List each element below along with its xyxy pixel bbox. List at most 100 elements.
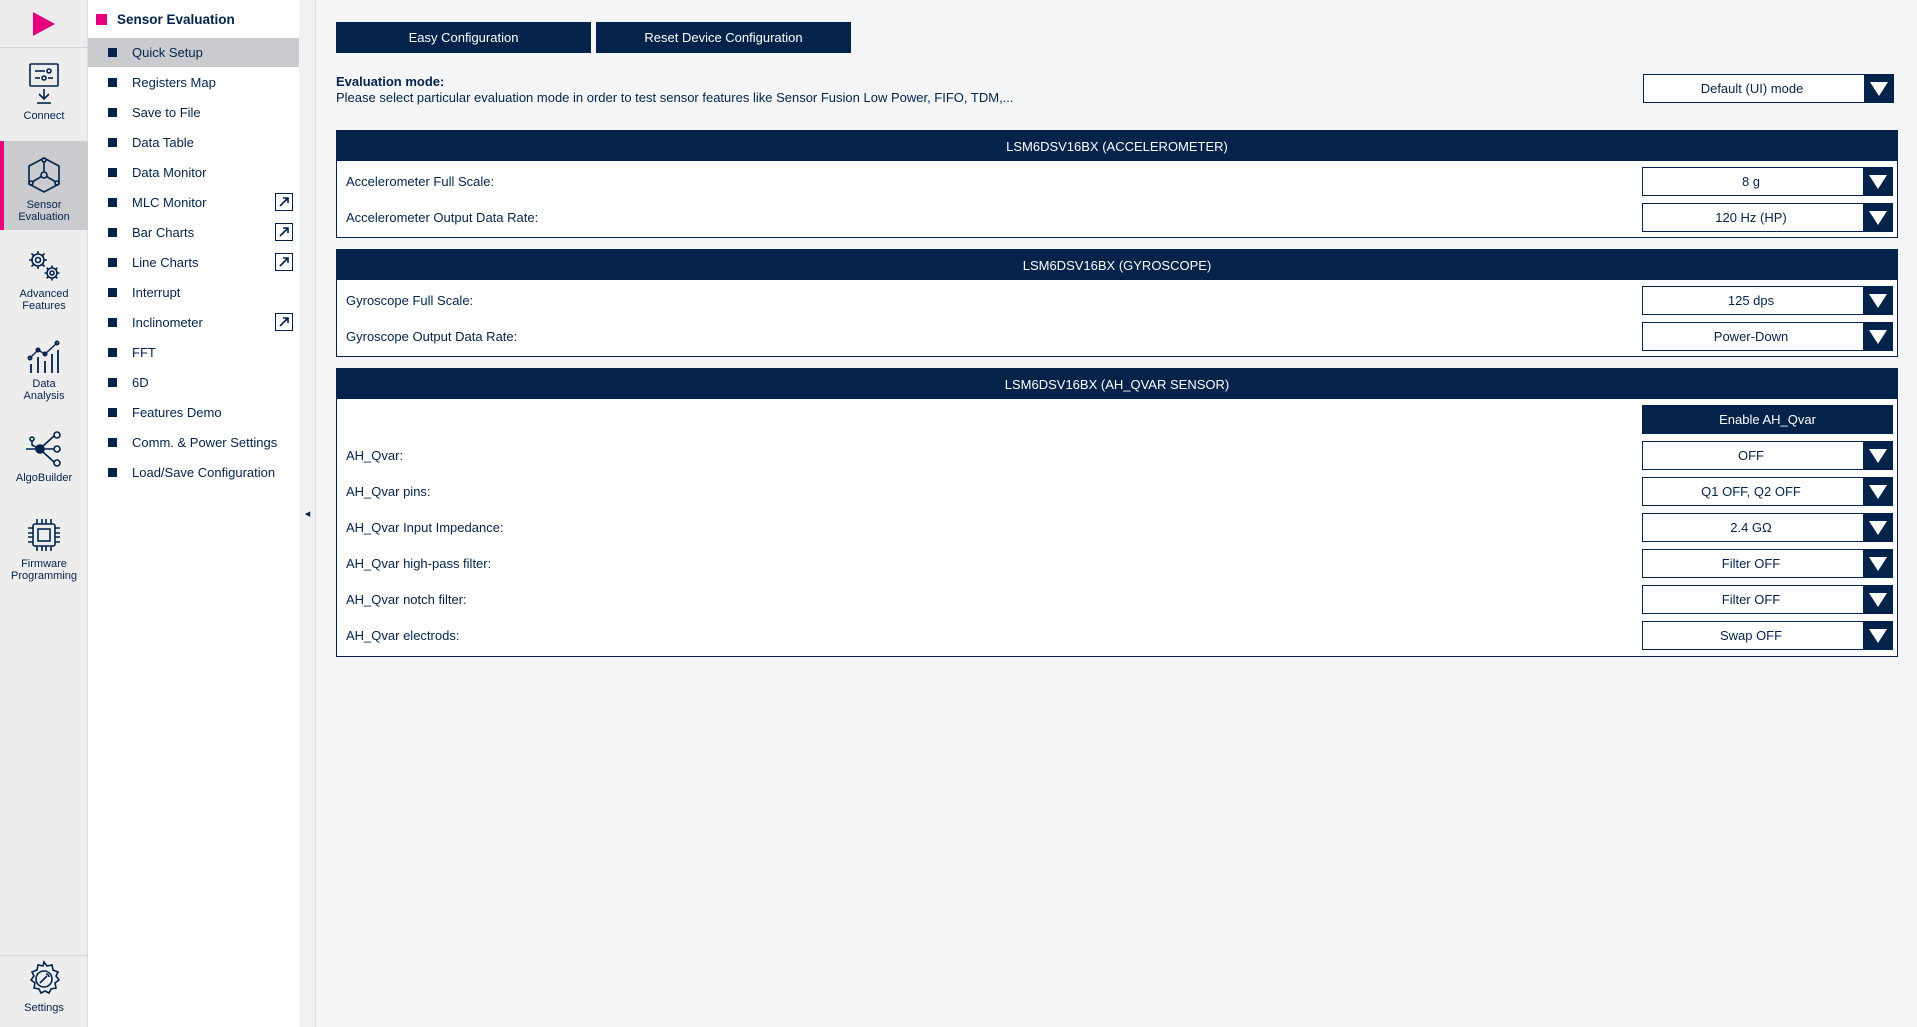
bullet-icon: [108, 78, 117, 87]
accelerometer-odr-select[interactable]: 120 Hz (HP): [1642, 203, 1893, 232]
ah-qvar-row: AH_Qvar: OFF: [337, 438, 1897, 474]
ah-qvar-panel: LSM6DSV16BX (AH_QVAR SENSOR) Enable AH_Q…: [336, 368, 1898, 657]
menu-item-label: Data Monitor: [132, 165, 207, 180]
gyroscope-odr-select[interactable]: Power-Down: [1642, 322, 1893, 351]
menu-item-data-monitor[interactable]: Data Monitor: [88, 158, 299, 187]
rail-label: Sensor Evaluation: [18, 199, 70, 223]
dropdown-arrow-icon: [1863, 586, 1892, 613]
menu-item-label: FFT: [132, 345, 156, 360]
setting-value: Swap OFF: [1719, 628, 1783, 643]
rail-item-connect[interactable]: Connect: [0, 62, 88, 142]
dropdown-arrow-icon: [1863, 442, 1892, 469]
menu-item-label: Bar Charts: [132, 225, 195, 240]
menu-item-label: Inclinometer: [132, 315, 203, 330]
menu-item-label: Quick Setup: [132, 45, 203, 60]
ah-qvar-notch-filter-select[interactable]: Filter OFF: [1642, 585, 1893, 614]
rail-label: Settings: [24, 1002, 64, 1014]
bullet-icon: [108, 468, 117, 477]
open-external-icon[interactable]: [275, 313, 293, 331]
enable-ah-qvar-button[interactable]: Enable AH_Qvar: [1642, 405, 1893, 434]
accelerometer-full-scale-select[interactable]: 8 g: [1642, 167, 1893, 196]
menu-item-fft[interactable]: FFT: [88, 338, 299, 367]
menu-item-quick-setup[interactable]: Quick Setup: [88, 38, 299, 67]
menu-item-label: Registers Map: [132, 75, 216, 90]
dropdown-arrow-icon: [1863, 550, 1892, 577]
gyroscope-odr-row: Gyroscope Output Data Rate: Power-Down: [337, 319, 1897, 355]
bullet-icon: [108, 288, 117, 297]
menu-item-features-demo[interactable]: Features Demo: [88, 398, 299, 427]
bullet-icon: [108, 108, 117, 117]
open-external-icon[interactable]: [275, 253, 293, 271]
accelerometer-full-scale-value: 8 g: [1741, 174, 1761, 189]
ah-qvar-high-pass-filter-row: AH_Qvar high-pass filter: Filter OFF: [337, 546, 1897, 582]
rail-item-advanced-features[interactable]: Advanced Features: [0, 248, 88, 318]
dropdown-arrow-icon: [1863, 168, 1892, 195]
menu-item-label: Line Charts: [132, 255, 199, 270]
evaluation-mode-description: Please select particular evaluation mode…: [336, 90, 1014, 105]
rail-item-sensor-evaluation[interactable]: Sensor Evaluation: [0, 141, 88, 230]
menu-item-bar-charts[interactable]: Bar Charts: [88, 218, 299, 247]
menu-item-interrupt[interactable]: Interrupt: [88, 278, 299, 307]
menu-item-inclinometer[interactable]: Inclinometer: [88, 308, 299, 337]
dropdown-arrow-icon: [1863, 622, 1892, 649]
gyroscope-full-scale-value: 125 dps: [1727, 293, 1775, 308]
run-button[interactable]: [0, 0, 88, 48]
ah-qvar-input-impedance-select[interactable]: 2.4 GΩ: [1642, 513, 1893, 542]
bullet-icon: [108, 228, 117, 237]
menu-item-label: Load/Save Configuration: [132, 465, 276, 480]
rail-label: Firmware Programming: [10, 558, 78, 582]
bullet-icon: [108, 408, 117, 417]
menu-item-registers-map[interactable]: Registers Map: [88, 68, 299, 97]
chip-icon: [28, 519, 60, 551]
setting-value: 2.4 GΩ: [1730, 520, 1772, 535]
menu-item-mlc-monitor[interactable]: MLC Monitor: [88, 188, 299, 217]
reset-device-configuration-button[interactable]: Reset Device Configuration: [596, 22, 851, 53]
accelerometer-full-scale-row: Accelerometer Full Scale: 8 g: [337, 164, 1897, 200]
menu-item-data-table[interactable]: Data Table: [88, 128, 299, 157]
setting-label: AH_Qvar Input Impedance:: [346, 520, 504, 535]
menu-item-comm-power-settings[interactable]: Comm. & Power Settings: [88, 428, 299, 457]
menu-item-label: Interrupt: [132, 285, 181, 300]
dropdown-arrow-icon: [1863, 323, 1892, 350]
bullet-icon: [108, 258, 117, 267]
rail-label: Connect: [23, 110, 65, 122]
menu-item-save-to-file[interactable]: Save to File: [88, 98, 299, 127]
menu-item-label: Save to File: [132, 105, 201, 120]
accelerometer-panel: LSM6DSV16BX (ACCELEROMETER) Acceleromete…: [336, 130, 1898, 238]
accelerometer-odr-label: Accelerometer Output Data Rate:: [346, 210, 539, 225]
evaluation-mode-title: Evaluation mode:: [336, 74, 445, 89]
evaluation-mode-select[interactable]: Default (UI) mode: [1643, 74, 1894, 103]
bullet-icon: [108, 198, 117, 207]
open-external-icon[interactable]: [275, 193, 293, 211]
ah-qvar-electrods-row: AH_Qvar electrods: Swap OFF: [337, 618, 1897, 654]
ah-qvar-select[interactable]: OFF: [1642, 441, 1893, 470]
ah-qvar-notch-filter-row: AH_Qvar notch filter: Filter OFF: [337, 582, 1897, 618]
menu-item-line-charts[interactable]: Line Charts: [88, 248, 299, 277]
collapse-sidebar-button[interactable]: ◂: [300, 0, 316, 1027]
menu-item-load-save-configuration[interactable]: Load/Save Configuration: [88, 458, 299, 487]
setting-value: Filter OFF: [1721, 556, 1781, 571]
setting-value: Filter OFF: [1721, 592, 1781, 607]
bullet-icon: [108, 438, 117, 447]
gyroscope-full-scale-label: Gyroscope Full Scale:: [346, 293, 474, 308]
play-icon: [33, 11, 55, 36]
bullet-icon: [108, 138, 117, 147]
sensor-evaluation-icon: [28, 157, 60, 193]
setting-label: AH_Qvar:: [346, 448, 404, 463]
gyroscope-full-scale-select[interactable]: 125 dps: [1642, 286, 1893, 315]
connect-icon: [29, 63, 59, 104]
open-external-icon[interactable]: [275, 223, 293, 241]
ah-qvar-pins-select[interactable]: Q1 OFF, Q2 OFF: [1642, 477, 1893, 506]
rail-item-algobuilder[interactable]: AlgoBuilder: [0, 430, 88, 490]
bullet-icon: [108, 168, 117, 177]
rail-item-settings[interactable]: Settings: [0, 955, 88, 1017]
menu-item-label: Comm. & Power Settings: [132, 435, 278, 450]
menu-item-6d[interactable]: 6D: [88, 368, 299, 397]
easy-configuration-button[interactable]: Easy Configuration: [336, 22, 591, 53]
gyroscope-full-scale-row: Gyroscope Full Scale: 125 dps: [337, 283, 1897, 319]
collapse-arrow-icon: ◂: [304, 508, 311, 520]
rail-item-firmware-programming[interactable]: Firmware Programming: [0, 516, 88, 588]
ah-qvar-high-pass-filter-select[interactable]: Filter OFF: [1642, 549, 1893, 578]
ah-qvar-electrods-select[interactable]: Swap OFF: [1642, 621, 1893, 650]
rail-item-data-analysis[interactable]: Data Analysis: [0, 340, 88, 410]
